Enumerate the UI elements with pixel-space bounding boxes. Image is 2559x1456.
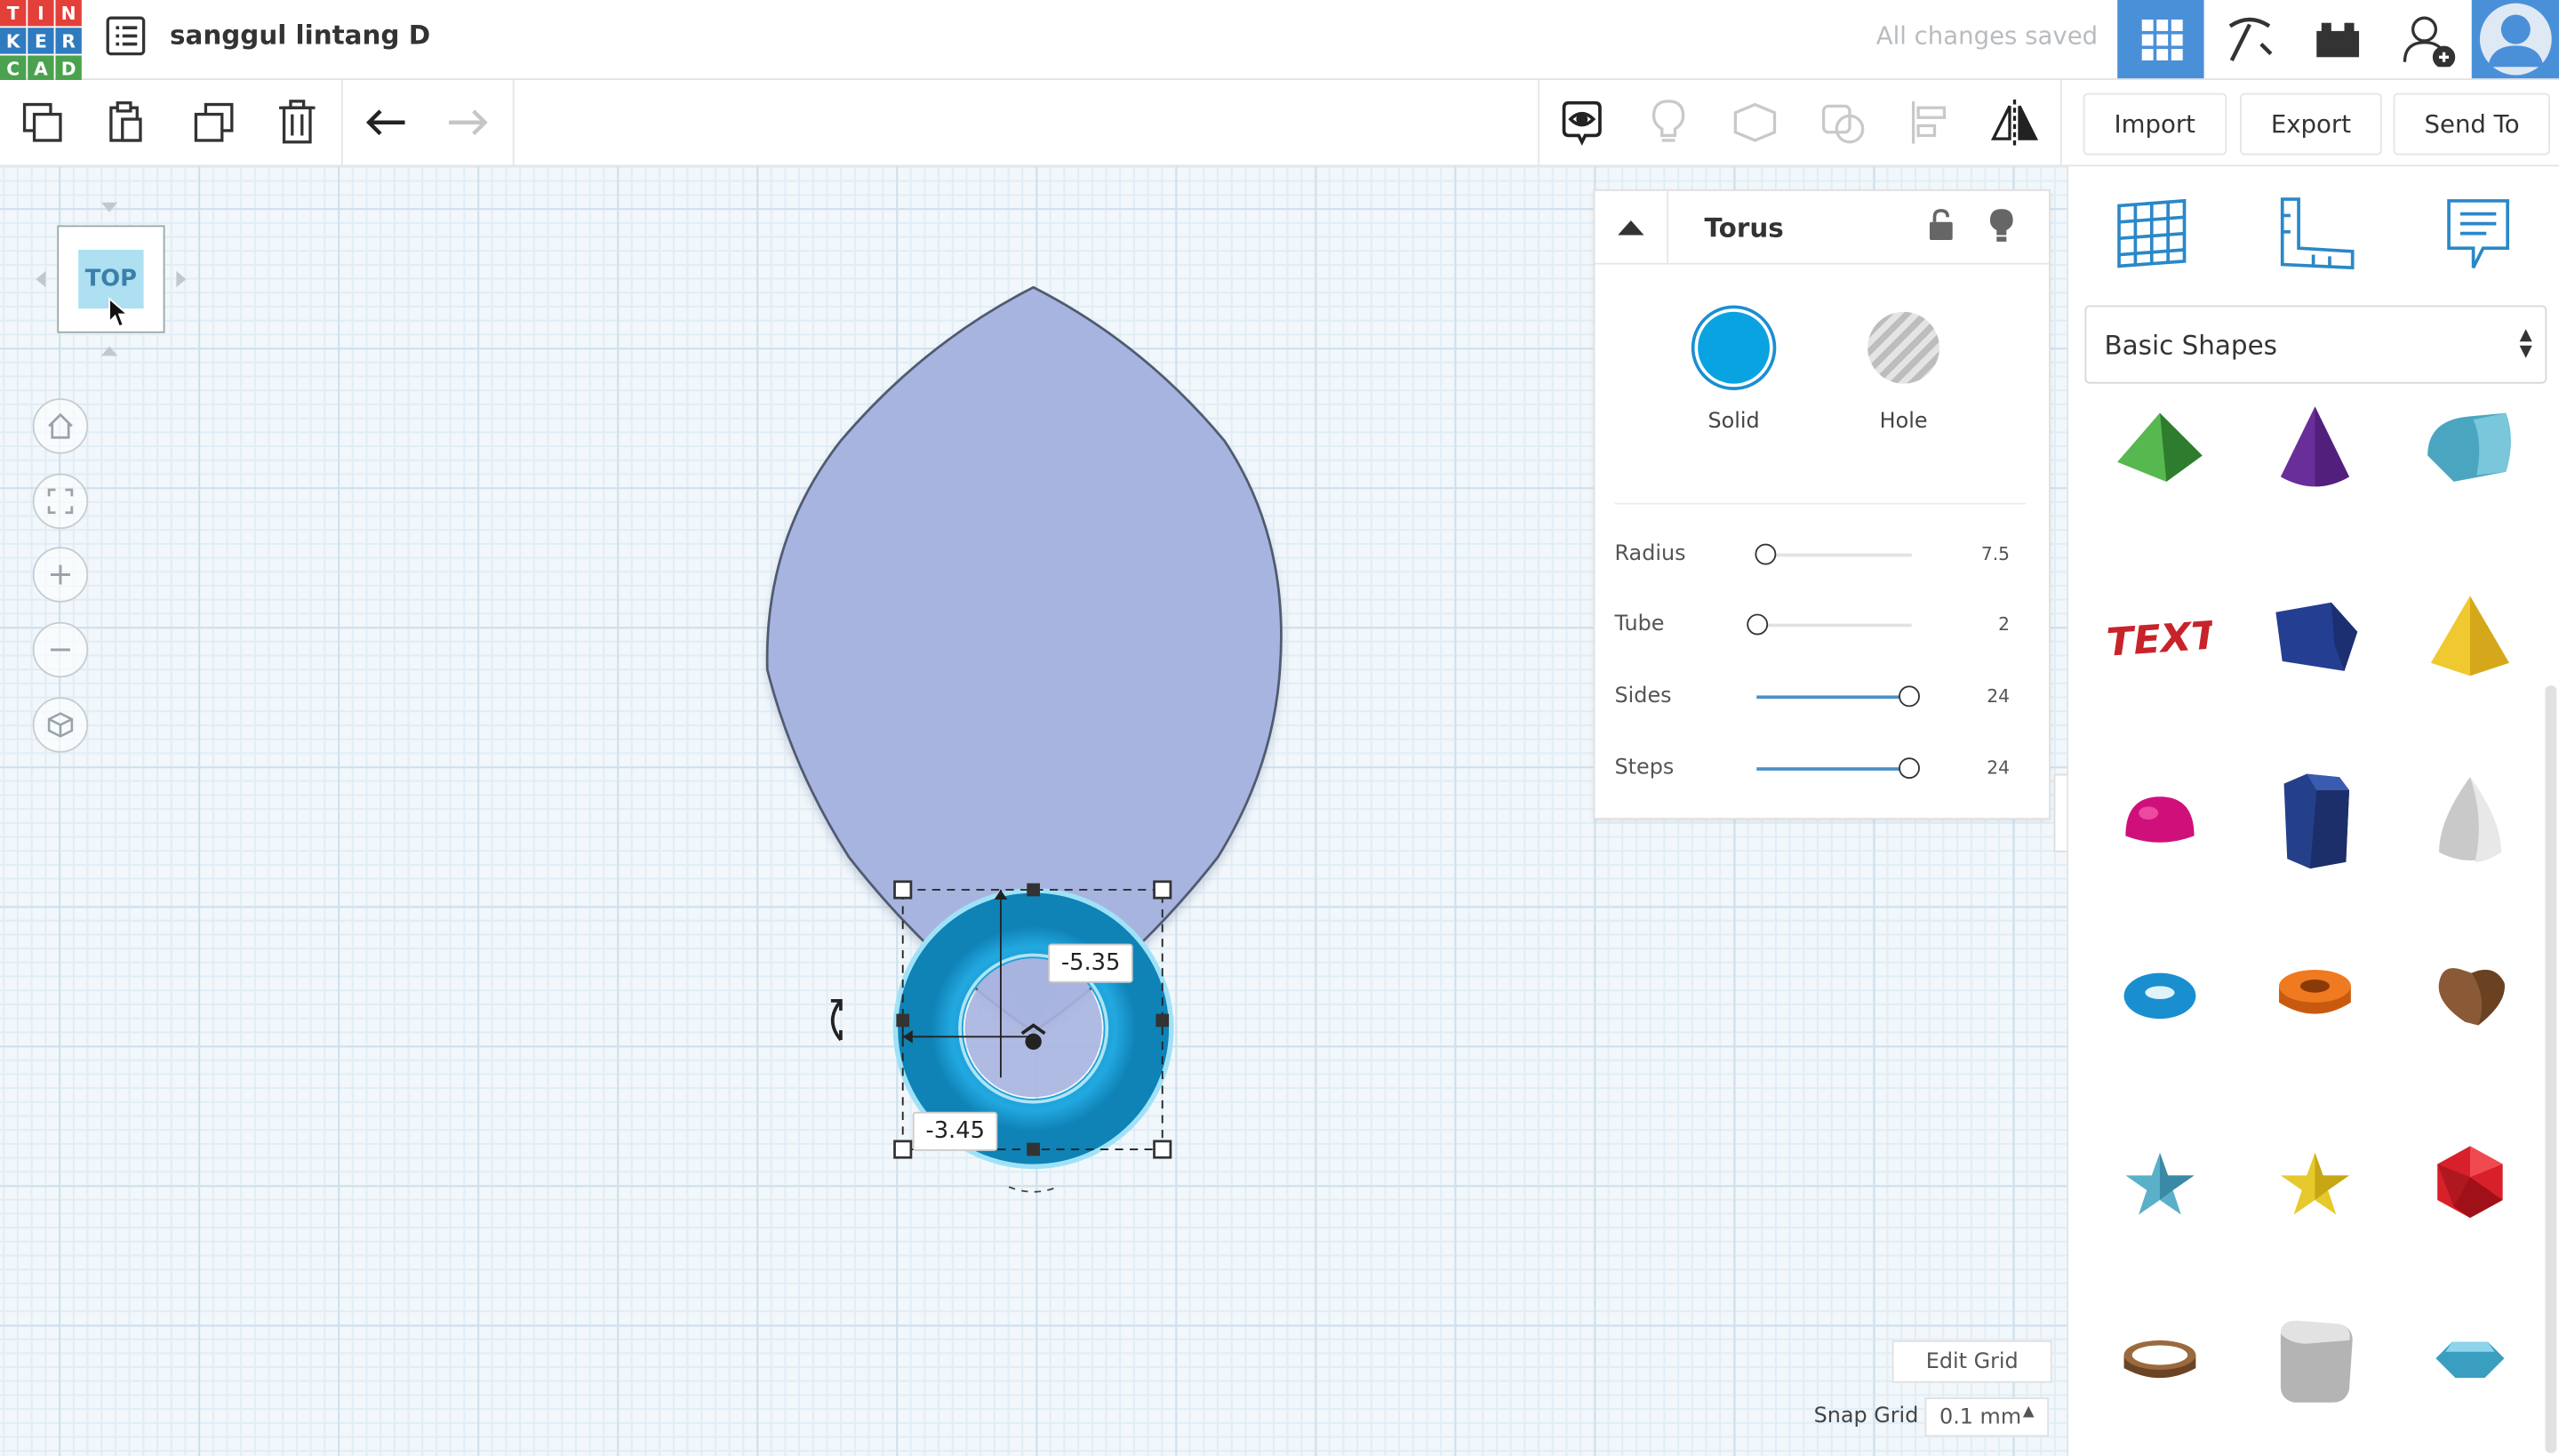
- param-label-sides: Sides: [1614, 684, 1672, 709]
- heart-shape-icon[interactable]: [2418, 944, 2523, 1049]
- notes-icon[interactable]: [2444, 196, 2513, 281]
- paraboloid-shape-icon[interactable]: [2418, 767, 2523, 872]
- star-shape-icon[interactable]: [2107, 1130, 2212, 1235]
- text-shape-icon[interactable]: TEXT: [2107, 585, 2212, 690]
- dimension-y-label[interactable]: -3.45: [912, 1111, 998, 1151]
- solid-button[interactable]: [1691, 305, 1777, 390]
- collapse-icon[interactable]: [1595, 190, 1669, 263]
- icosahedron-shape-icon[interactable]: [2418, 1130, 2523, 1235]
- star-yellow-shape-icon[interactable]: [2263, 1130, 2368, 1235]
- lock-icon[interactable]: [1926, 207, 1955, 250]
- param-label-tube: Tube: [1614, 612, 1665, 637]
- torus-shape-icon[interactable]: [2107, 944, 2212, 1049]
- shape-name[interactable]: Torus: [1705, 212, 1784, 244]
- shape-inspector: Torus Solid Hole Radius 7.5 Tube 2 Sides 24 St…: [1593, 189, 2051, 820]
- diamond-shape-icon[interactable]: [2418, 1309, 2523, 1414]
- pyramid-shape-icon[interactable]: [2418, 585, 2523, 690]
- snap-grid-value: 0.1 mm: [1939, 1404, 2022, 1430]
- polygon-shape-icon[interactable]: [2263, 585, 2368, 690]
- select-arrows-icon: ▲ ▼: [2519, 326, 2532, 361]
- param-value-tube[interactable]: 2: [1998, 614, 2010, 636]
- workplane-icon[interactable]: [2115, 196, 2189, 277]
- ring-shape-icon[interactable]: [2107, 1309, 2212, 1414]
- half-cylinder-shape-icon[interactable]: [2418, 395, 2523, 500]
- shapes-panel: Basic Shapes ▲ ▼ TEXT: [2067, 166, 2559, 1456]
- inspector-header: Torus: [1595, 190, 2050, 265]
- svg-text:TEXT: TEXT: [2107, 612, 2212, 666]
- snap-grid-label: Snap Grid: [1813, 1404, 1919, 1429]
- rounded-box-shape-icon[interactable]: [2263, 1309, 2368, 1414]
- slider-knob[interactable]: [1747, 613, 1769, 636]
- shape-library-value: Basic Shapes: [2104, 329, 2277, 360]
- slider-knob[interactable]: [1899, 685, 1921, 708]
- caret-up-icon: ▲: [2022, 1404, 2035, 1420]
- shape-library-select[interactable]: Basic Shapes ▲ ▼: [2084, 305, 2547, 384]
- dimension-x-label[interactable]: -5.35: [1048, 943, 1134, 983]
- ruler-icon[interactable]: [2277, 193, 2355, 278]
- cone-shape-icon[interactable]: [2263, 395, 2368, 500]
- param-label-radius: Radius: [1614, 541, 1686, 567]
- roof-shape-icon[interactable]: [2107, 395, 2212, 500]
- param-label-steps: Steps: [1614, 756, 1675, 780]
- param-value-radius[interactable]: 7.5: [1981, 544, 2010, 565]
- hole-label: Hole: [1879, 410, 1928, 435]
- slider-knob[interactable]: [1754, 543, 1776, 565]
- edit-grid-button[interactable]: Edit Grid: [1891, 1340, 2052, 1383]
- scrollbar[interactable]: [2545, 685, 2557, 1453]
- slider-knob[interactable]: [1899, 757, 1921, 780]
- rotate-handle-icon: [830, 999, 843, 1042]
- param-slider-radius[interactable]: [1754, 543, 1912, 565]
- param-slider-steps[interactable]: [1756, 757, 1921, 780]
- light-bulb-icon[interactable]: [1987, 205, 2016, 251]
- hemisphere-shape-icon[interactable]: [2107, 767, 2212, 872]
- param-slider-tube[interactable]: [1747, 613, 1912, 636]
- snap-grid-select[interactable]: 0.1 mm ▲: [1924, 1397, 2050, 1437]
- param-value-steps[interactable]: 24: [1987, 757, 2010, 779]
- workplane[interactable]: TINKERCAD sanggul lintang D All changes …: [0, 0, 2559, 1456]
- hole-button[interactable]: [1867, 311, 1939, 384]
- solid-label: Solid: [1707, 410, 1760, 435]
- hexagonal-prism-shape-icon[interactable]: [2263, 767, 2368, 872]
- param-value-sides[interactable]: 24: [1987, 685, 2010, 707]
- tube-shape-icon[interactable]: [2263, 944, 2368, 1049]
- param-slider-sides[interactable]: [1756, 685, 1921, 708]
